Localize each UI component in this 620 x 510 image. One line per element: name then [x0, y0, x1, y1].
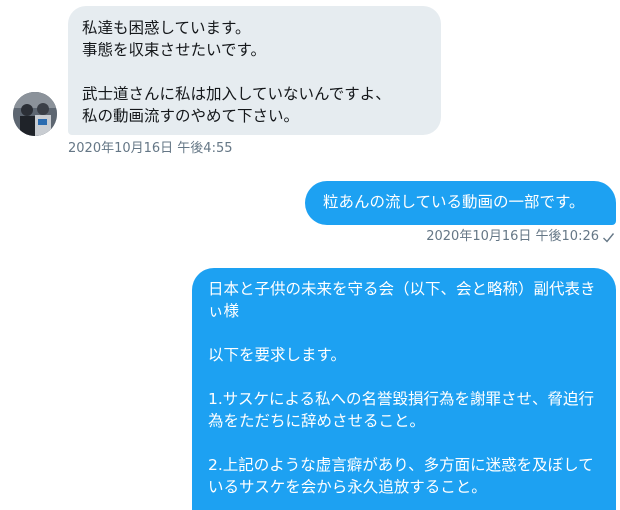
message-timestamp: 2020年10月16日 午後4:55	[68, 141, 233, 156]
sent-message-bubble[interactable]: 日本と子供の未来を守る会（以下、会と略称）副代表きぃ様 以下を要求します。 1.…	[192, 268, 616, 510]
avatar-photo-icon	[13, 92, 57, 136]
sent-message-bubble[interactable]: 粒あんの流している動画の一部です。	[305, 181, 616, 225]
sent-message-meta: 2020年10月16日 午後10:26	[426, 229, 615, 245]
avatar[interactable]	[13, 92, 57, 136]
message-timestamp: 2020年10月16日 午後10:26	[426, 229, 599, 244]
checkmark-icon	[602, 231, 615, 244]
received-message-bubble[interactable]: 私達も困惑しています。 事態を収束させたいです。 武士道さんに私は加入していない…	[68, 6, 441, 135]
dm-conversation: 私達も困惑しています。 事態を収束させたいです。 武士道さんに私は加入していない…	[0, 0, 620, 510]
